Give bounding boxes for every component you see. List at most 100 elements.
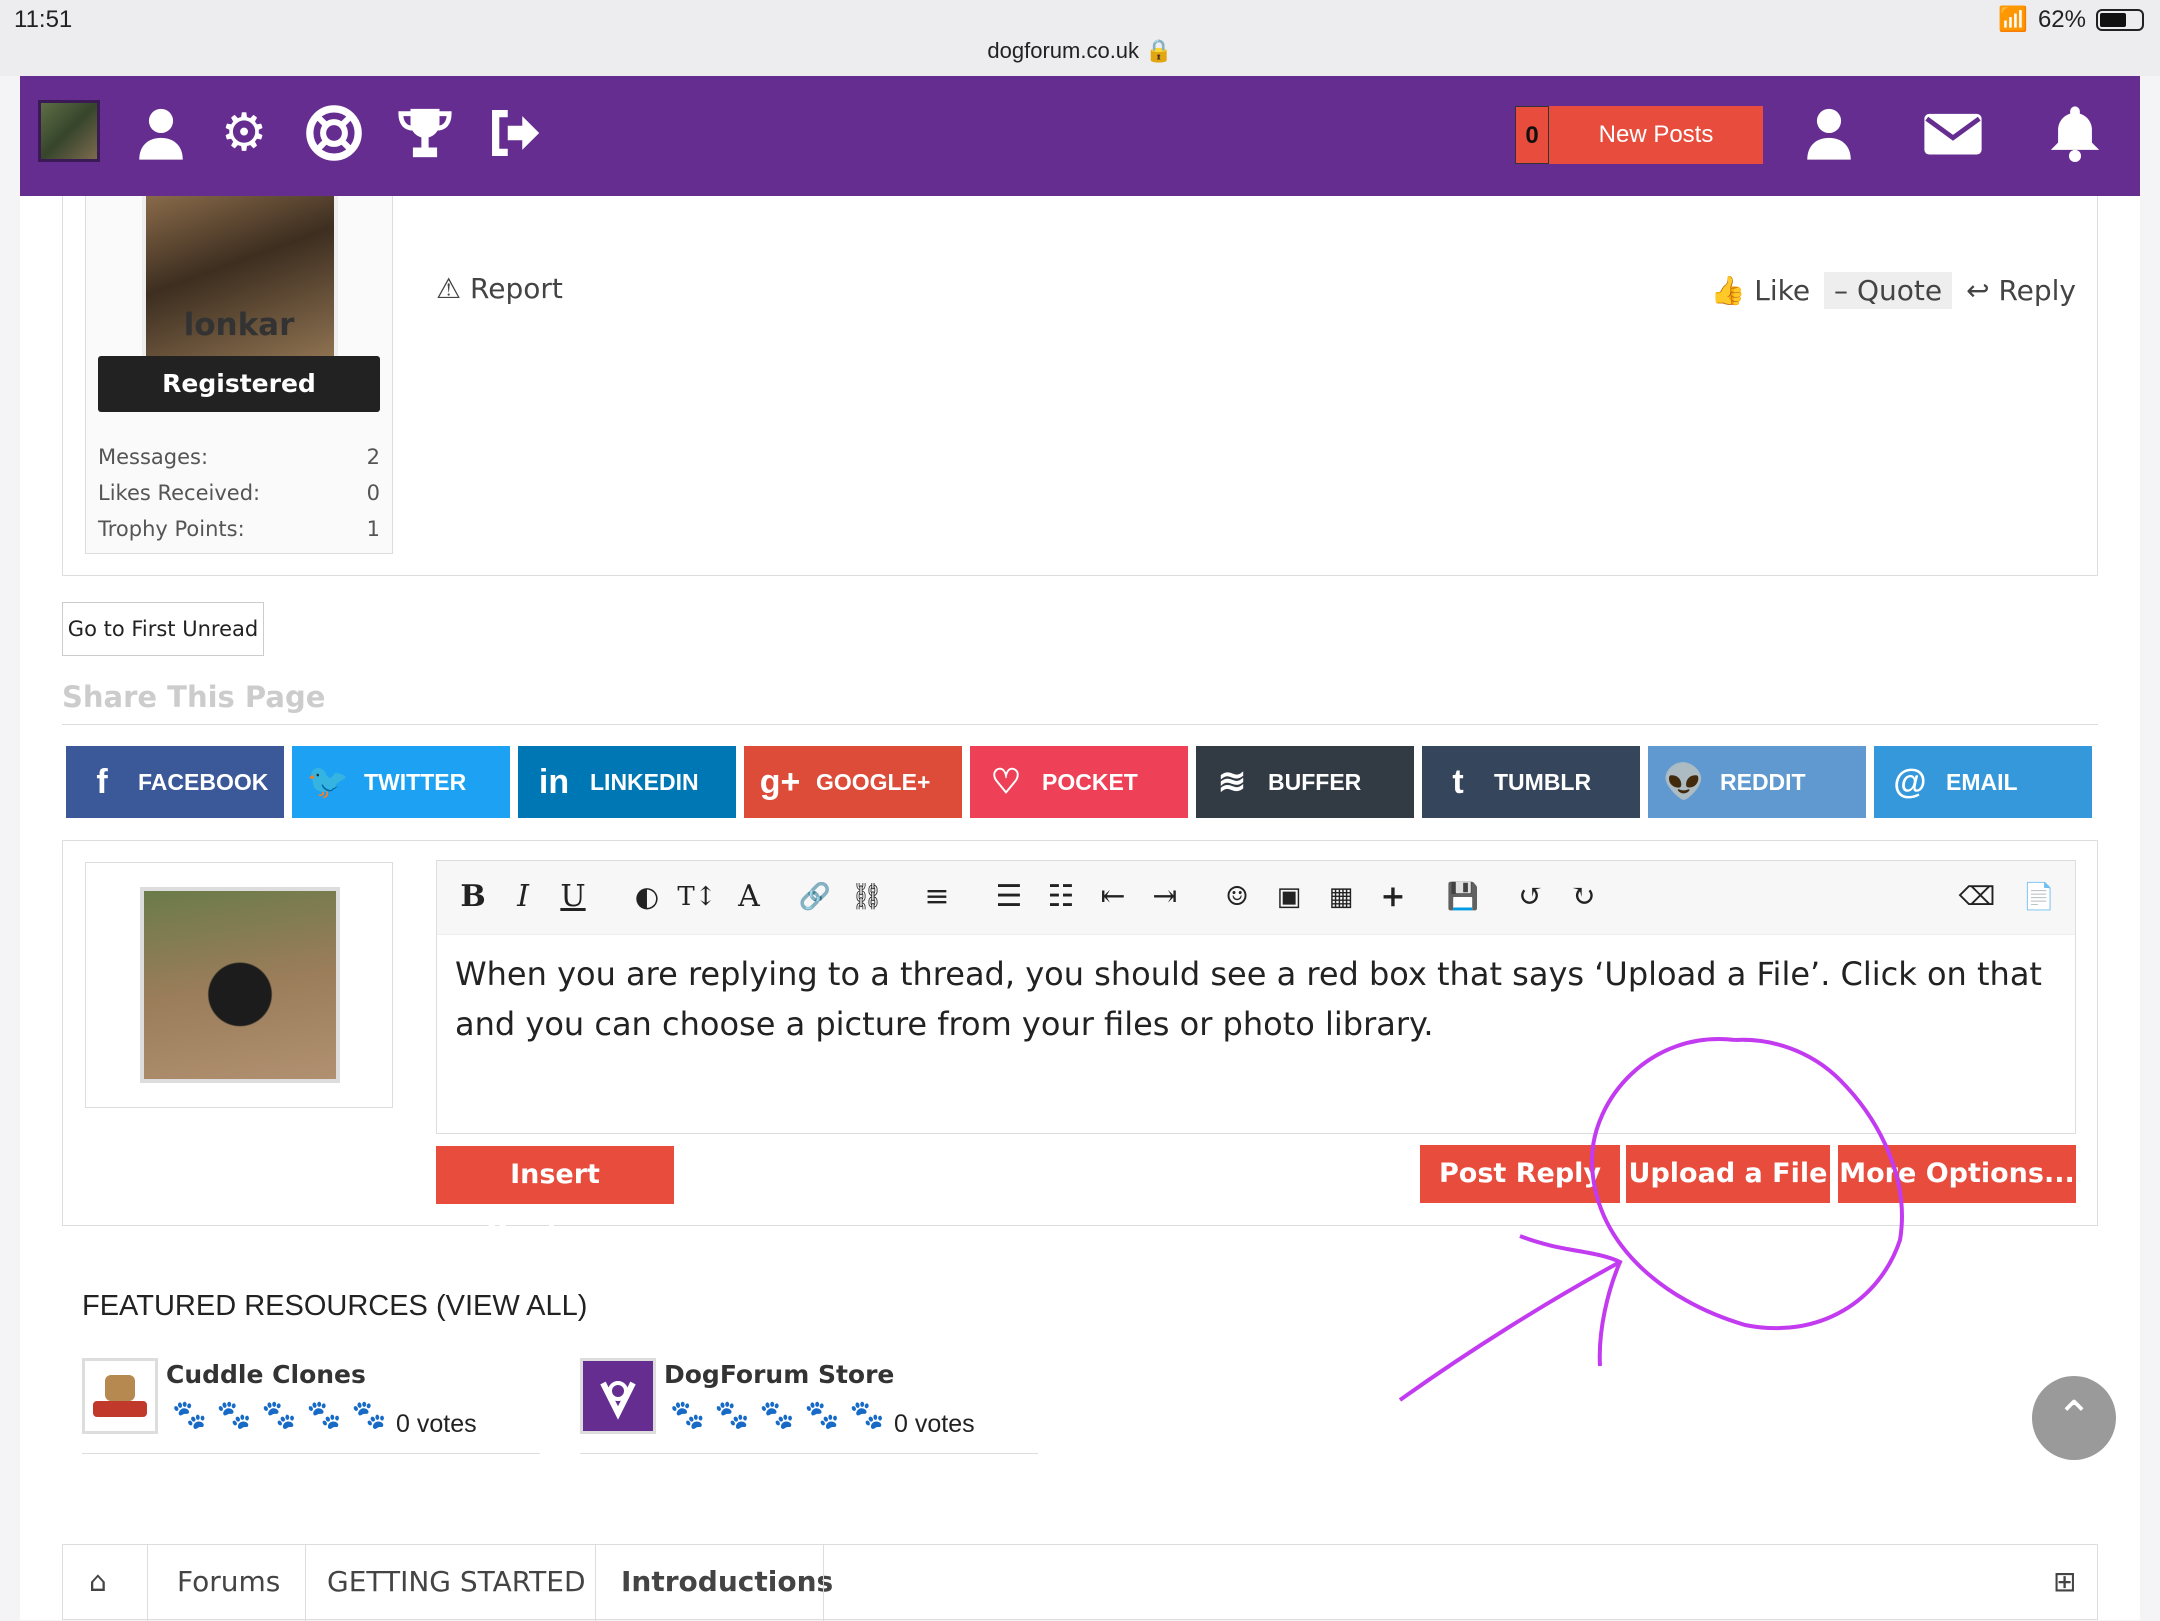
status-bar: 11:51 dogforum.co.uk 🔒 📶 62% bbox=[0, 0, 2160, 76]
align-icon[interactable]: ≡ bbox=[915, 875, 959, 919]
share-tumblr-button[interactable]: t TUMBLR bbox=[1422, 746, 1640, 818]
share-buffer-button[interactable]: ≋ BUFFER bbox=[1196, 746, 1414, 818]
reply-editor[interactable]: B I U ◐ T↕ A 🔗 ⛓ ≡ ☰ ☷ ⇤ ⇥ ☺ ▣ ▦ + 💾 ↺ ↻… bbox=[436, 860, 2076, 1134]
font-icon[interactable]: A bbox=[727, 875, 771, 919]
share-title: Share This Page bbox=[62, 680, 326, 714]
breadcrumb-separator bbox=[595, 1545, 596, 1621]
stat-value: 2 bbox=[366, 445, 380, 469]
remove-format-icon[interactable]: ⌫ bbox=[1955, 875, 1999, 919]
buffer-icon: ≋ bbox=[1217, 763, 1247, 801]
outdent-icon[interactable]: ⇤ bbox=[1091, 875, 1135, 919]
save-draft-icon[interactable]: 💾 bbox=[1441, 875, 1485, 919]
address-bar[interactable]: dogforum.co.uk 🔒 bbox=[0, 38, 2160, 64]
resource-item[interactable]: Cuddle Clones 🐾🐾🐾🐾🐾 0 votes bbox=[82, 1356, 540, 1454]
share-label: TWITTER bbox=[364, 768, 467, 795]
share-twitter-button[interactable]: 🐦 TWITTER bbox=[292, 746, 510, 818]
share-email-button[interactable]: @ EMAIL bbox=[1874, 746, 2092, 818]
new-posts-button[interactable]: 0 New Posts bbox=[1515, 106, 1763, 164]
post-actions: 👍 Like – Quote ↩ Reply bbox=[1710, 272, 2076, 309]
breadcrumb: ⌂ Forums GETTING STARTED Introductions ⊞ bbox=[62, 1544, 2098, 1621]
bold-icon[interactable]: B bbox=[451, 875, 495, 919]
reply-link[interactable]: ↩ Reply bbox=[1966, 274, 2076, 307]
url-text: dogforum.co.uk bbox=[987, 38, 1140, 63]
breadcrumb-getting-started[interactable]: GETTING STARTED bbox=[327, 1565, 586, 1598]
chevron-up-icon: ⌃ bbox=[2055, 1392, 2093, 1443]
bullet-list-icon[interactable]: ☰ bbox=[987, 875, 1031, 919]
rating-paws-icon[interactable]: 🐾🐾🐾🐾🐾 bbox=[172, 1398, 396, 1431]
stat-trophy: Trophy Points: 1 bbox=[98, 517, 380, 541]
share-label: FACEBOOK bbox=[138, 768, 269, 795]
italic-icon[interactable]: I bbox=[501, 875, 545, 919]
featured-resources-title[interactable]: FEATURED RESOURCES (VIEW ALL) bbox=[82, 1290, 587, 1323]
breadcrumb-introductions[interactable]: Introductions bbox=[621, 1565, 833, 1598]
share-label: REDDIT bbox=[1720, 768, 1806, 795]
post-reply-button[interactable]: Post Reply bbox=[1420, 1145, 1620, 1203]
insert-icon[interactable]: + bbox=[1371, 875, 1415, 919]
rating-paws-icon[interactable]: 🐾🐾🐾🐾🐾 bbox=[670, 1398, 894, 1431]
stat-value: 0 bbox=[366, 481, 380, 505]
nav-avatar[interactable] bbox=[38, 100, 100, 162]
email-icon: @ bbox=[1893, 762, 1927, 801]
user-icon[interactable] bbox=[132, 104, 190, 162]
resource-name[interactable]: Cuddle Clones bbox=[166, 1360, 366, 1389]
mail-icon[interactable] bbox=[1920, 104, 1986, 162]
share-label: POCKET bbox=[1042, 768, 1138, 795]
resource-votes: 0 votes bbox=[396, 1410, 477, 1438]
unlink-icon[interactable]: ⛓ bbox=[845, 875, 889, 919]
cuddle-clones-logo bbox=[82, 1358, 158, 1434]
warning-icon: ⚠ bbox=[436, 272, 462, 305]
quote-link[interactable]: – Quote bbox=[1824, 272, 1953, 309]
share-label: LINKEDIN bbox=[590, 768, 699, 795]
redo-icon[interactable]: ↻ bbox=[1561, 875, 1605, 919]
share-reddit-button[interactable]: 👽 REDDIT bbox=[1648, 746, 1866, 818]
share-label: BUFFER bbox=[1268, 768, 1362, 795]
stat-messages: Messages: 2 bbox=[98, 445, 380, 469]
underline-icon[interactable]: U bbox=[551, 875, 595, 919]
logout-icon[interactable] bbox=[486, 104, 544, 162]
go-to-first-unread-button[interactable]: Go to First Unread bbox=[62, 602, 264, 656]
resource-name[interactable]: DogForum Store bbox=[664, 1360, 894, 1389]
media-icon[interactable]: ▦ bbox=[1319, 875, 1363, 919]
scroll-to-top-button[interactable]: ⌃ bbox=[2032, 1376, 2116, 1460]
share-googleplus-button[interactable]: g+ GOOGLE+ bbox=[744, 746, 962, 818]
sitemap-icon[interactable]: ⊞ bbox=[2053, 1565, 2076, 1598]
share-linkedin-button[interactable]: in LINKEDIN bbox=[518, 746, 736, 818]
stat-value: 1 bbox=[366, 517, 380, 541]
gear-icon[interactable]: ⚙ bbox=[215, 104, 273, 162]
bell-icon[interactable] bbox=[2046, 104, 2104, 162]
twitter-icon: 🐦 bbox=[306, 763, 350, 801]
color-icon[interactable]: ◐ bbox=[625, 875, 669, 919]
indent-icon[interactable]: ⇥ bbox=[1143, 875, 1187, 919]
home-icon[interactable]: ⌂ bbox=[89, 1565, 107, 1598]
top-nav: ⚙ 0 New Posts bbox=[20, 76, 2140, 196]
font-size-icon[interactable]: T↕ bbox=[675, 875, 719, 919]
user-avatar[interactable] bbox=[142, 191, 338, 381]
smiley-icon[interactable]: ☺ bbox=[1215, 875, 1259, 919]
upload-file-button[interactable]: Upload a File bbox=[1626, 1145, 1830, 1203]
breadcrumb-forums[interactable]: Forums bbox=[177, 1565, 280, 1598]
more-options-button[interactable]: More Options... bbox=[1838, 1145, 2076, 1203]
image-icon[interactable]: ▣ bbox=[1267, 875, 1311, 919]
editor-text[interactable]: When you are replying to a thread, you s… bbox=[455, 949, 2065, 1049]
dogforum-store-logo bbox=[580, 1358, 656, 1434]
share-pocket-button[interactable]: ♡ POCKET bbox=[970, 746, 1188, 818]
resource-item[interactable]: DogForum Store 🐾🐾🐾🐾🐾 0 votes bbox=[580, 1356, 1038, 1454]
numbered-list-icon[interactable]: ☷ bbox=[1039, 875, 1083, 919]
link-icon[interactable]: 🔗 bbox=[793, 875, 837, 919]
resource-votes: 0 votes bbox=[894, 1410, 975, 1438]
lifebuoy-icon[interactable] bbox=[305, 104, 363, 162]
share-label: EMAIL bbox=[1946, 768, 2018, 795]
trophy-icon[interactable] bbox=[396, 104, 454, 162]
share-facebook-button[interactable]: f FACEBOOK bbox=[66, 746, 284, 818]
insert-quotes-button[interactable]: Insert Quotes... bbox=[436, 1146, 674, 1248]
wifi-icon: 📶 bbox=[1998, 6, 2028, 33]
stat-likes: Likes Received: 0 bbox=[98, 481, 380, 505]
stat-label: Likes Received: bbox=[98, 481, 261, 505]
source-icon[interactable]: 📄 bbox=[2017, 875, 2061, 919]
undo-icon[interactable]: ↺ bbox=[1509, 875, 1553, 919]
account-icon[interactable] bbox=[1800, 104, 1858, 162]
like-link[interactable]: 👍 Like bbox=[1710, 274, 1810, 307]
username[interactable]: lonkar bbox=[86, 307, 392, 343]
report-link[interactable]: ⚠ Report bbox=[436, 272, 563, 305]
share-divider bbox=[62, 724, 2098, 725]
